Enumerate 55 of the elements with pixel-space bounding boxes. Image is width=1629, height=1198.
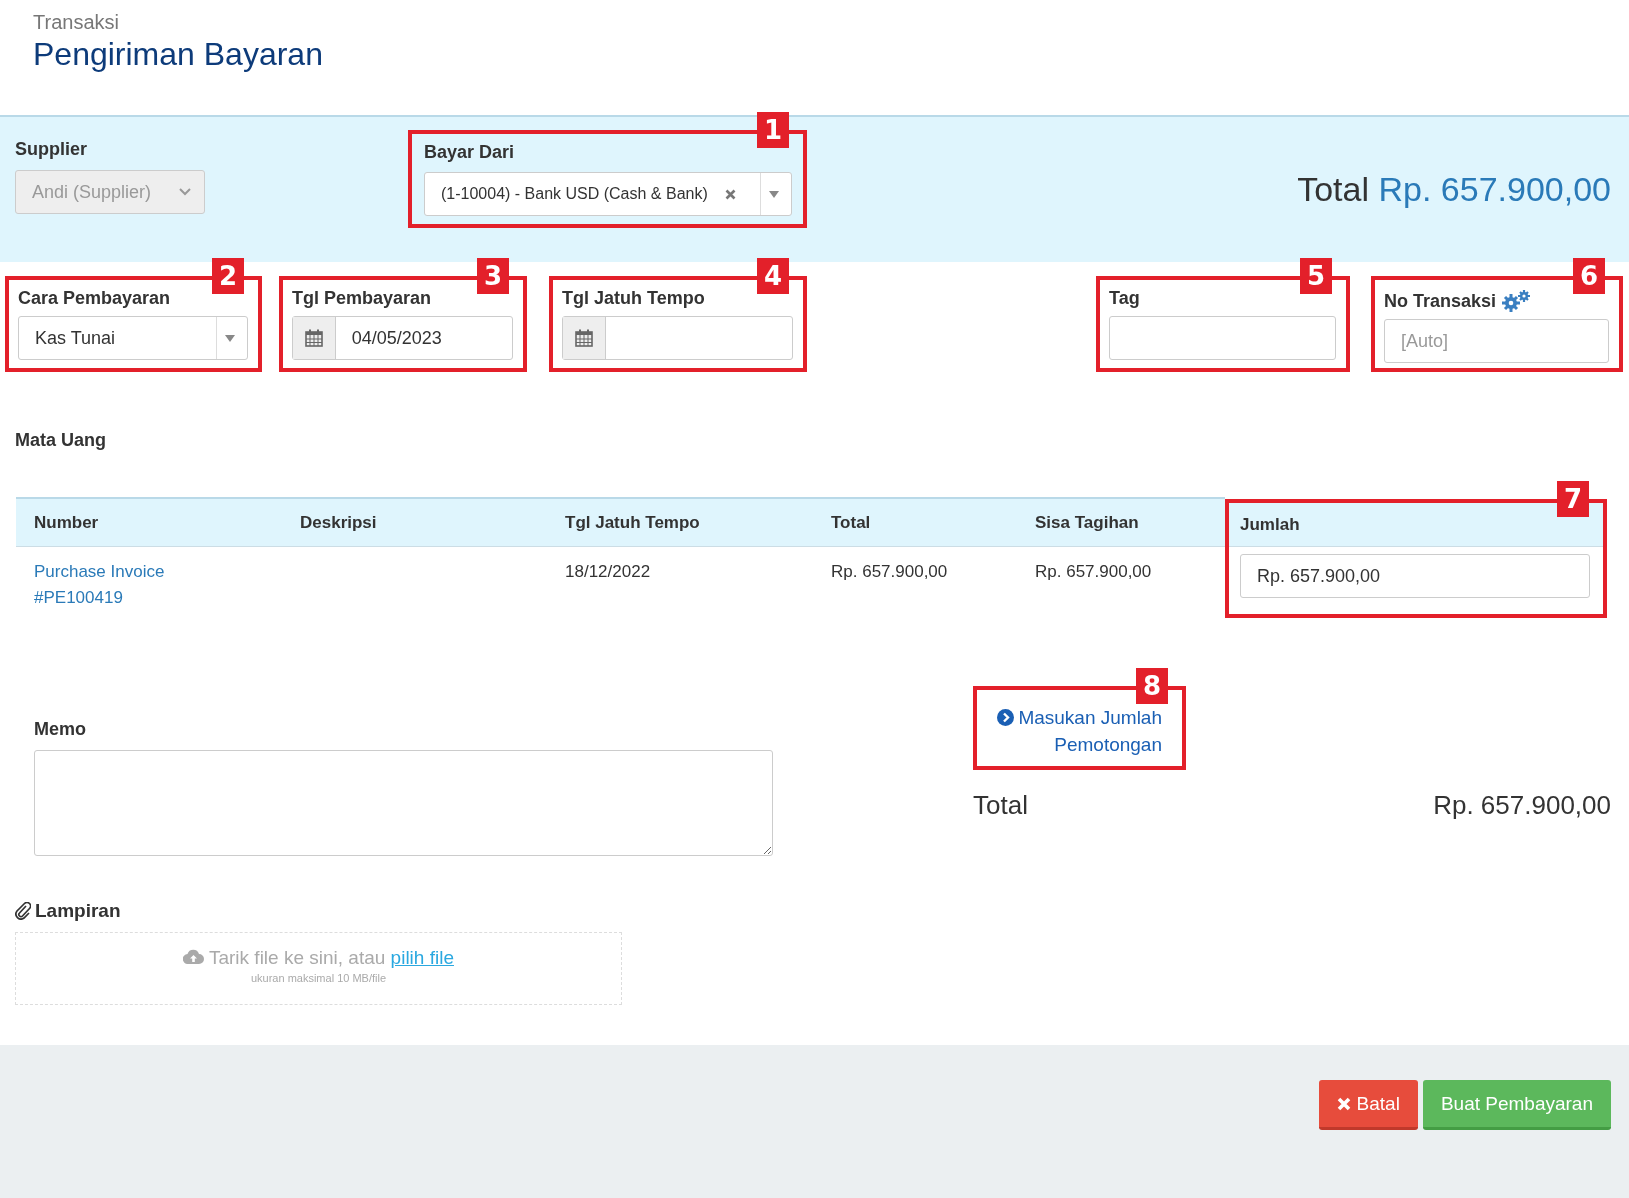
chevron-circle-icon: [997, 709, 1015, 726]
callout-number: 6: [1573, 258, 1605, 294]
callout-number: 5: [1300, 258, 1332, 294]
caret-icon: [769, 190, 779, 198]
field-label: Memo: [34, 719, 87, 740]
summary-amount: Rp. 657.900,00: [1433, 790, 1611, 821]
field-label: Bayar Dari: [424, 142, 516, 163]
callout-number: 2: [212, 258, 244, 294]
table-header-cell: Tgl Jatuh Tempo: [565, 497, 831, 547]
date-picker[interactable]: [562, 316, 793, 360]
table-cell-text: Rp. 657.900,00: [831, 561, 949, 583]
drop-text: Tarik file ke sini, atau: [208, 947, 386, 968]
field-label: Cara Pembayaran: [18, 288, 172, 309]
tag-field[interactable]: [1109, 316, 1336, 360]
table-header-cell: Sisa Tagihan: [1035, 497, 1225, 547]
field-label: Tgl Pembayaran: [292, 288, 433, 309]
transaction-number-field[interactable]: [Auto]: [1384, 319, 1609, 363]
total-amount: Total Rp. 657.900,00: [1297, 170, 1611, 209]
field-label: No Transaksi: [1384, 291, 1497, 312]
callout-number: 3: [477, 258, 509, 294]
caret-icon: [225, 334, 235, 342]
calendar-icon: [574, 328, 595, 348]
amount-field[interactable]: Rp. 657.900,00: [1240, 554, 1590, 598]
memo-field[interactable]: [34, 750, 773, 856]
gear-icon[interactable]: [1502, 290, 1533, 312]
clear-icon[interactable]: [725, 188, 736, 200]
field-label: Tgl Jatuh Tempo: [562, 288, 706, 309]
callout-number: 4: [757, 258, 789, 294]
field-label: Lampiran: [35, 900, 121, 922]
invoice-link[interactable]: Purchase Invoice #PE100419: [34, 559, 184, 611]
deduction-link[interactable]: Masukan Jumlah Pemotongan: [991, 704, 1162, 758]
account-select[interactable]: (1-10004) - Bank USD (Cash & Bank): [424, 172, 792, 216]
close-icon: [1336, 1096, 1351, 1111]
payment-method-select[interactable]: Kas Tunai: [18, 316, 248, 360]
breadcrumb: Transaksi: [33, 11, 120, 34]
field-label: Supplier: [15, 139, 88, 160]
paperclip-icon: [15, 902, 31, 920]
callout-number: 8: [1136, 668, 1168, 704]
cloud-upload-icon: [183, 949, 204, 964]
calendar-icon: [303, 328, 324, 348]
field-label: Tag: [1109, 288, 1141, 309]
size-hint: ukuran maksimal 10 MB/file: [249, 972, 388, 984]
table-cell-text: Rp. 657.900,00: [1035, 561, 1153, 583]
chevron-down-icon: [178, 187, 192, 197]
page-title: Pengiriman Bayaran: [33, 36, 324, 73]
cancel-button[interactable]: Batal: [1318, 1080, 1418, 1130]
date-picker[interactable]: 04/05/2023: [292, 316, 513, 360]
table-header-cell: Deskripsi: [300, 497, 565, 547]
table-header-cell: Total: [831, 497, 1035, 547]
callout-number: 1: [757, 112, 789, 148]
date-input[interactable]: 04/05/2023: [335, 317, 512, 359]
field-label: Mata Uang: [15, 430, 107, 451]
table-header-cell: Number: [16, 497, 300, 547]
table-cell-text: 18/12/2022: [565, 561, 652, 583]
summary-label: Total: [973, 790, 1028, 821]
